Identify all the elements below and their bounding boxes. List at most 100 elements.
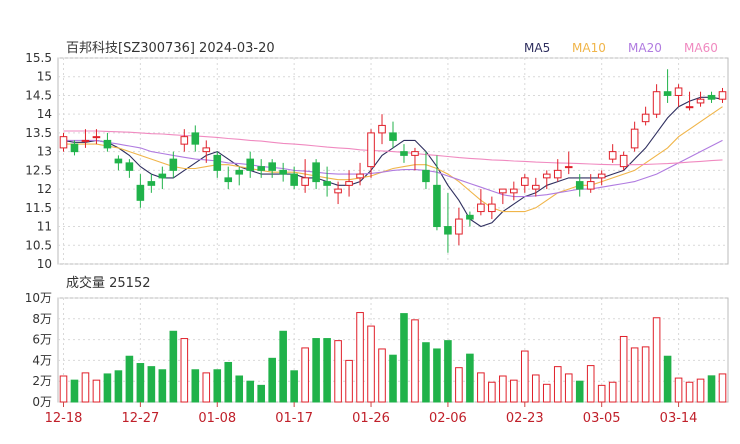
candle (312, 159, 320, 190)
candle (641, 106, 650, 126)
volume-bar (663, 355, 672, 403)
candle-body (597, 173, 606, 179)
volume-bar (92, 379, 101, 403)
volume-bar (169, 330, 178, 403)
volume-bar (70, 379, 79, 403)
volume-bar (564, 373, 573, 403)
volume-bar (81, 372, 90, 403)
candle (301, 159, 309, 193)
candle (521, 174, 529, 193)
volume-bar (597, 384, 606, 403)
candle (630, 121, 639, 152)
volume-bar (488, 381, 496, 403)
candle-body (323, 181, 331, 186)
candle (378, 114, 386, 145)
volume-bar (191, 369, 200, 403)
candle-body (147, 181, 156, 186)
volume-bar (59, 375, 68, 403)
volume-bar (114, 370, 123, 403)
candle-body (235, 169, 244, 175)
volume-label: 成交量 25152 (66, 275, 151, 291)
candle (411, 147, 419, 171)
candle (663, 69, 672, 103)
candle-body (268, 162, 276, 171)
volume-bar (696, 378, 705, 403)
candle (59, 132, 68, 152)
volume-bar (125, 355, 134, 403)
volume-bar (356, 312, 364, 403)
candle (444, 192, 452, 253)
candle (191, 125, 200, 152)
volume-bar (608, 381, 617, 403)
ma-legend-ma10: MA10 (572, 41, 606, 55)
candle (180, 129, 189, 152)
volume-bar (257, 384, 265, 403)
candle (400, 144, 408, 163)
volume-bar (674, 377, 683, 403)
candle-body (59, 136, 68, 149)
volume-bar (652, 317, 661, 403)
candle-body (191, 132, 200, 145)
volume-bar (521, 350, 529, 403)
candle (235, 166, 244, 186)
chart-root: 百邦科技[SZ300736] 2024-03-20 MA5 MA10 MA20 MA6… (0, 0, 740, 440)
price-tick-label: 11.5 (25, 201, 52, 215)
candle (586, 174, 595, 193)
candle (499, 188, 507, 205)
volume-bar (531, 374, 540, 403)
candle-body (564, 166, 573, 169)
candle-body (70, 143, 79, 153)
volume-bar (718, 373, 727, 403)
candle (224, 166, 233, 190)
candle-body (378, 124, 386, 134)
x-axis: 12-18 12-27 01-08 01-17 01-26 02-06 02-23 03-05… (45, 402, 697, 426)
candle (652, 84, 661, 118)
candle-body (356, 173, 364, 179)
price-tick-label: 12 (37, 182, 52, 196)
volume-bar (422, 342, 430, 403)
candle-body (103, 139, 112, 149)
chart-title: 百邦科技[SZ300736] 2024-03-20 (66, 41, 275, 56)
candle-body (246, 158, 255, 171)
candle (389, 121, 397, 148)
x-tick-label: 02-06 (429, 411, 467, 426)
candle (455, 207, 463, 246)
candle-body (455, 218, 463, 235)
ma-legend: MA5 MA10 MA20 MA60 (524, 41, 718, 55)
volume-bar (619, 335, 628, 403)
price-tick-label: 13 (37, 145, 52, 159)
candle-body (553, 169, 562, 179)
candle-body (367, 132, 375, 168)
volume-bar (345, 359, 353, 403)
candle-body (674, 87, 683, 96)
candle-body (257, 166, 265, 171)
candle-body (400, 151, 408, 156)
x-tick-label: 12-27 (121, 411, 159, 426)
volume-tick-label: 10万 (25, 291, 52, 305)
candle (685, 91, 694, 111)
volume-bar (542, 383, 551, 403)
candle-body (477, 203, 485, 213)
volume-bar (444, 340, 452, 403)
volume-bar (367, 325, 375, 403)
x-tick-label: 01-17 (275, 411, 313, 426)
volume-tick-label: 6万 (32, 333, 52, 347)
price-axis: 10 10.5 11 11.5 12 12.5 13 13.5 14 14.5 15 15.5 (25, 51, 52, 271)
volume-bar (103, 373, 112, 403)
ma-legend-ma20: MA20 (628, 41, 662, 55)
stock-chart: 百邦科技[SZ300736] 2024-03-20 MA5 MA10 MA20 MA6… (25, 41, 729, 426)
candle-body (389, 132, 397, 141)
candle-body (169, 158, 178, 171)
candle (114, 155, 123, 171)
candle (136, 174, 145, 208)
candle (268, 159, 276, 178)
candle-body (213, 154, 222, 171)
candle-body (433, 184, 441, 228)
volume-bar (707, 375, 716, 403)
candle (147, 174, 156, 193)
volume-bar (213, 369, 222, 403)
candle (707, 91, 716, 103)
volume-bar (510, 379, 518, 403)
candle-body (114, 158, 123, 164)
volume-bar (202, 372, 211, 403)
